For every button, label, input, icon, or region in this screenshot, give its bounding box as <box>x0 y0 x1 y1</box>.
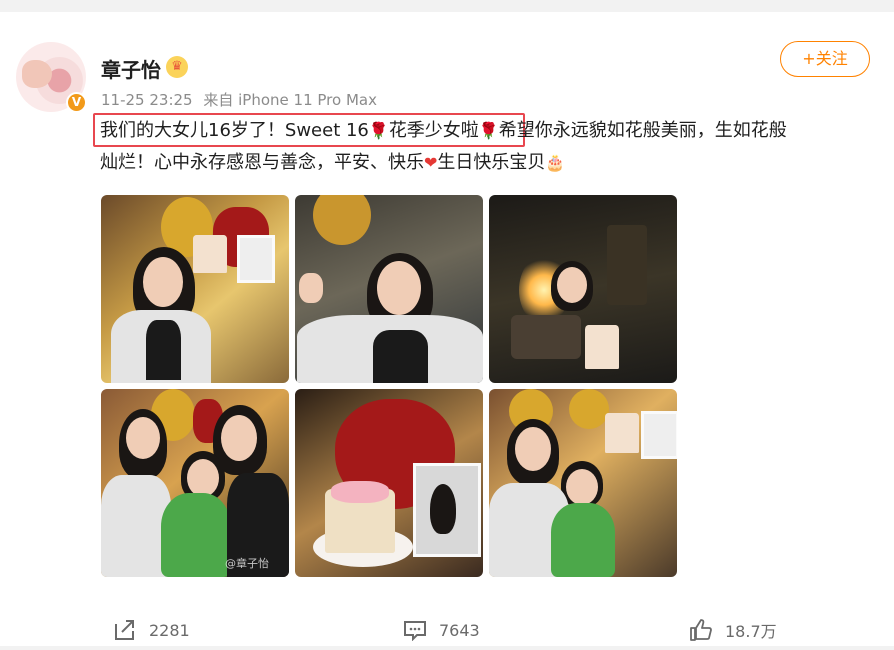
post-text-segment: 花季少女啦 <box>388 120 479 141</box>
post-meta: 11-25 23:25 来自 iPhone 11 Pro Max <box>101 89 383 110</box>
comment-button[interactable]: 7643 <box>403 612 480 648</box>
post-timestamp[interactable]: 11-25 23:25 <box>101 91 193 109</box>
post-text-line-1: 我们的大女儿16岁了！Sweet 16🌹花季少女啦🌹希望你永远貌如花般美丽，生如… <box>100 115 880 147</box>
repost-count: 2281 <box>149 620 190 640</box>
post-text-segment: 生日快乐宝贝 <box>437 152 546 173</box>
post-photo-6[interactable] <box>489 389 677 577</box>
post-text-line-2: 灿烂！心中永存感恩与善念，平安、快乐❤生日快乐宝贝🎂 <box>100 147 880 179</box>
like-icon <box>690 619 712 641</box>
post-source: 来自 iPhone 11 Pro Max <box>203 91 377 109</box>
like-count: 18.7万 <box>725 622 777 641</box>
username[interactable]: 章子怡 <box>101 54 161 83</box>
verified-v-icon: V <box>66 92 87 113</box>
like-button[interactable]: 18.7万 <box>689 612 777 648</box>
crown-icon: ♛ <box>166 56 188 78</box>
rose-emoji-icon: 🌹 <box>478 121 499 140</box>
weibo-post-card: V 章子怡 ♛ 11-25 23:25 来自 iPhone 11 Pro Max… <box>0 12 894 646</box>
follow-button[interactable]: +关注 <box>780 41 870 77</box>
post-photo-4[interactable]: @章子怡 <box>101 389 289 577</box>
post-photo-3[interactable] <box>489 195 677 383</box>
post-text: 我们的大女儿16岁了！Sweet 16🌹花季少女啦🌹希望你永远貌如花般美丽，生如… <box>100 115 880 179</box>
heart-emoji-icon: ❤ <box>424 153 438 172</box>
repost-button[interactable]: 2281 <box>113 612 190 648</box>
post-photo-5[interactable] <box>295 389 483 577</box>
image-watermark: @章子怡 <box>225 557 269 570</box>
highlighted-text: 我们的大女儿16岁了！Sweet 16 <box>100 120 369 141</box>
action-bar: 2281 7643 18.7万 <box>0 612 894 648</box>
post-text-segment: 灿烂！心中永存感恩与善念，平安、快乐 <box>100 152 424 173</box>
post-text-segment: 希望你永远貌如花般美丽，生如花般 <box>498 120 787 141</box>
post-photo-2[interactable] <box>295 195 483 383</box>
repost-icon <box>115 620 134 640</box>
comment-icon <box>404 621 426 641</box>
post-photo-1[interactable] <box>101 195 289 383</box>
comment-count: 7643 <box>439 620 480 640</box>
rose-emoji-icon: 🌹 <box>368 121 389 140</box>
cake-emoji-icon: 🎂 <box>545 153 566 172</box>
